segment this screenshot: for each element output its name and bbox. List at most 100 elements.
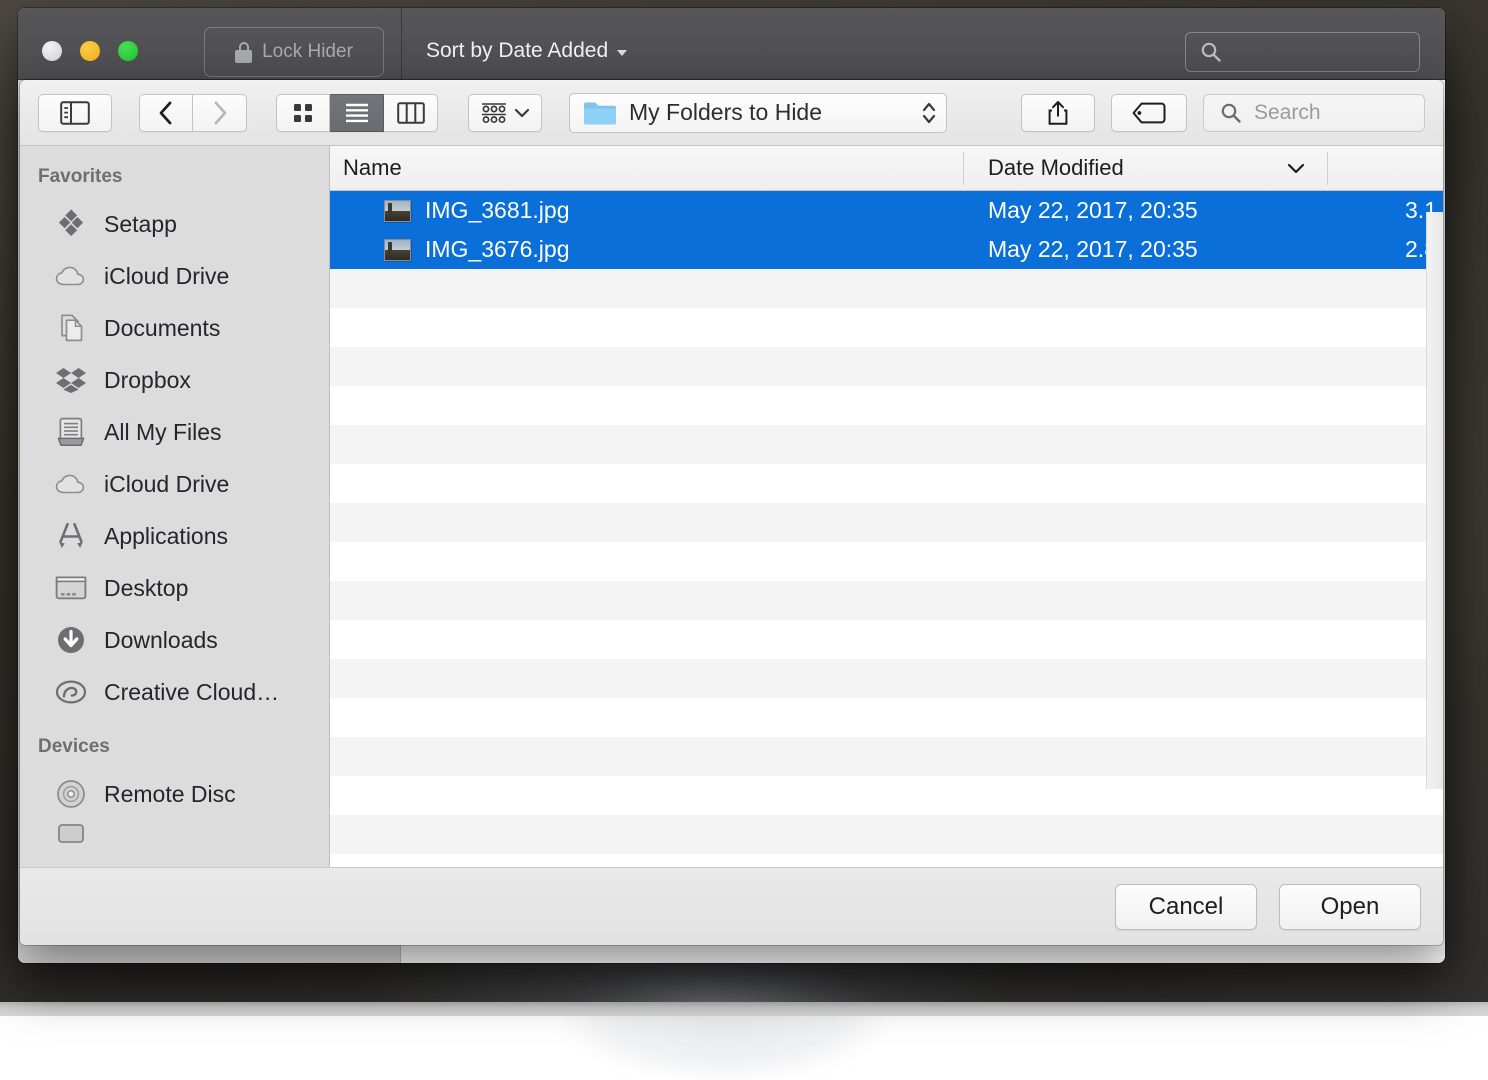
empty-rows-container [330, 269, 1443, 867]
chevron-left-icon [158, 101, 174, 125]
sidebar-item-applications[interactable]: Applications [20, 510, 329, 562]
lock-hider-label: Lock Hider [262, 41, 353, 63]
table-row-empty[interactable] [330, 659, 1443, 698]
minimize-button[interactable] [80, 41, 100, 61]
arrange-icon [480, 101, 508, 125]
search-icon [1200, 41, 1222, 63]
column-view-button[interactable] [384, 94, 438, 132]
view-mode-buttons[interactable] [276, 94, 438, 132]
file-date-cell: May 22, 2017, 20:35 [964, 197, 1328, 224]
sidebar-item-label: Dropbox [104, 367, 191, 394]
cancel-button[interactable]: Cancel [1115, 884, 1257, 930]
table-row-empty[interactable] [330, 347, 1443, 386]
file-list-rows[interactable]: IMG_3681.jpg May 22, 2017, 20:35 3.1 IMG… [330, 191, 1443, 867]
desktop-icon [54, 573, 88, 603]
file-list[interactable]: Name Date Modified [330, 146, 1443, 867]
table-row[interactable]: IMG_3681.jpg May 22, 2017, 20:35 3.1 [330, 191, 1443, 230]
column-header-size[interactable] [1328, 146, 1443, 191]
icon-view-button[interactable] [276, 94, 330, 132]
forward-button[interactable] [193, 94, 247, 132]
image-thumbnail-icon [384, 200, 411, 222]
arrange-button[interactable] [468, 94, 542, 132]
close-button[interactable] [42, 41, 62, 61]
maximize-button[interactable] [118, 41, 138, 61]
sidebar-item-label: All My Files [104, 419, 222, 446]
table-row-empty[interactable] [330, 581, 1443, 620]
sidebar-item-icloud-drive[interactable]: iCloud Drive [20, 250, 329, 302]
icloud-icon [54, 261, 88, 291]
sidebar-item-remote-disc[interactable]: Remote Disc [20, 768, 329, 820]
dialog-sidebar[interactable]: Favorites Setapp [20, 146, 330, 867]
table-row-empty[interactable] [330, 737, 1443, 776]
sidebar-item-downloads[interactable]: Downloads [20, 614, 329, 666]
stepper-icon[interactable] [920, 99, 938, 127]
sidebar-item-label: Documents [104, 315, 220, 342]
open-file-dialog[interactable]: My Folders to Hide [20, 80, 1443, 945]
toolbar-right-group: Search [1021, 94, 1425, 132]
dialog-footer: Cancel Open [20, 867, 1443, 945]
window-controls[interactable] [42, 41, 138, 61]
table-row-empty[interactable] [330, 425, 1443, 464]
file-list-header[interactable]: Name Date Modified [330, 146, 1443, 191]
table-row-empty[interactable] [330, 542, 1443, 581]
table-row-empty[interactable] [330, 854, 1443, 867]
tag-icon [1132, 102, 1166, 124]
tags-button[interactable] [1111, 94, 1187, 132]
dialog-search-field[interactable]: Search [1203, 94, 1425, 132]
file-name-cell: IMG_3681.jpg [330, 197, 964, 224]
sidebar-item-desktop[interactable]: Desktop [20, 562, 329, 614]
search-icon [1220, 102, 1242, 124]
sidebar-toggle-button[interactable] [38, 94, 112, 132]
navigation-buttons[interactable] [139, 94, 247, 132]
sidebar-item-label: Desktop [104, 575, 188, 602]
icloud-icon [54, 469, 88, 499]
table-row-empty[interactable] [330, 269, 1443, 308]
sidebar-icon [60, 101, 90, 125]
remote-disc-icon [54, 779, 88, 809]
share-button[interactable] [1021, 94, 1095, 132]
setapp-icon [54, 209, 88, 239]
sidebar-item-hard-drive-clipped[interactable] [20, 820, 329, 844]
table-row-empty[interactable] [330, 464, 1443, 503]
sidebar-item-icloud-drive-2[interactable]: iCloud Drive [20, 458, 329, 510]
sidebar-section-devices: Devices [20, 718, 329, 768]
file-list-scrollbar[interactable] [1426, 212, 1443, 789]
hard-drive-icon [54, 820, 88, 844]
table-row[interactable]: IMG_3676.jpg May 22, 2017, 20:35 2.8 [330, 230, 1443, 269]
back-button[interactable] [139, 94, 193, 132]
sidebar-item-label: Remote Disc [104, 781, 236, 808]
sort-by-menu[interactable]: Sort by Date Added [426, 39, 627, 63]
folder-path-popup[interactable]: My Folders to Hide [569, 93, 947, 133]
open-button[interactable]: Open [1279, 884, 1421, 930]
table-row-empty[interactable] [330, 308, 1443, 347]
file-date-cell: May 22, 2017, 20:35 [964, 236, 1328, 263]
sidebar-item-setapp[interactable]: Setapp [20, 198, 329, 250]
list-icon [344, 102, 370, 124]
background-window-titlebar: Lock Hider Sort by Date Added [18, 8, 1445, 80]
sidebar-item-label: Downloads [104, 627, 218, 654]
sidebar-item-creative-cloud[interactable]: Creative Cloud… [20, 666, 329, 718]
share-icon [1047, 100, 1069, 126]
background-search-field[interactable] [1185, 32, 1420, 72]
sidebar-item-all-my-files[interactable]: All My Files [20, 406, 329, 458]
list-view-button[interactable] [330, 94, 384, 132]
lock-hider-button[interactable]: Lock Hider [204, 27, 384, 77]
titlebar-divider [401, 8, 402, 80]
table-row-empty[interactable] [330, 386, 1443, 425]
table-row-empty[interactable] [330, 815, 1443, 854]
column-header-name[interactable]: Name [330, 146, 964, 191]
column-header-date-modified[interactable]: Date Modified [964, 146, 1328, 191]
search-placeholder: Search [1254, 101, 1321, 125]
file-name-label: IMG_3681.jpg [425, 197, 569, 224]
wallpaper-bottom-band [0, 1002, 1488, 1016]
table-row-empty[interactable] [330, 776, 1443, 815]
sidebar-item-documents[interactable]: Documents [20, 302, 329, 354]
table-row-empty[interactable] [330, 620, 1443, 659]
sidebar-item-label: iCloud Drive [104, 263, 229, 290]
table-row-empty[interactable] [330, 503, 1443, 542]
sidebar-item-label: Applications [104, 523, 228, 550]
dialog-toolbar: My Folders to Hide [20, 80, 1443, 146]
all-my-files-icon [54, 417, 88, 447]
table-row-empty[interactable] [330, 698, 1443, 737]
sidebar-item-dropbox[interactable]: Dropbox [20, 354, 329, 406]
